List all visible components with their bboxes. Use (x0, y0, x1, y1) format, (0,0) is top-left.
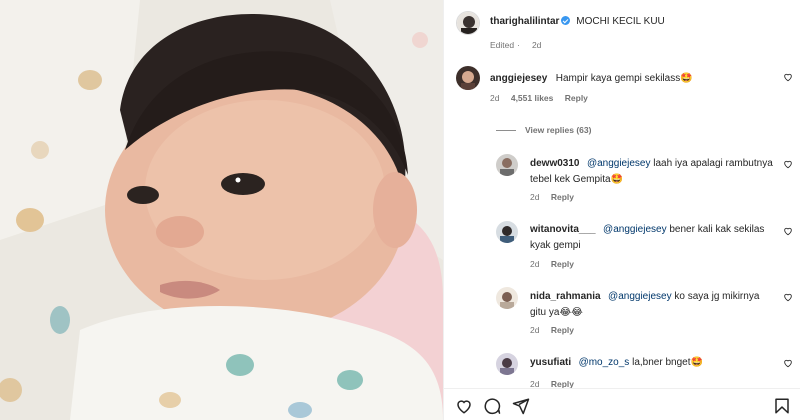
like-comment-heart-icon[interactable] (783, 72, 793, 82)
reply-mention[interactable]: @anggiejesey (603, 224, 667, 235)
comment-username[interactable]: anggiejesey (490, 73, 547, 84)
reply-username[interactable]: nida_rahmania (530, 291, 601, 302)
reply-meta: 2d Reply (530, 325, 583, 335)
view-replies-label: View replies (63) (525, 125, 592, 135)
share-icon (512, 398, 530, 415)
like-reply-heart-icon[interactable] (783, 292, 793, 302)
reply-age: 2d (530, 259, 540, 269)
reply-mention[interactable]: @mo_zo_s (579, 357, 630, 368)
reply-item: yusufiati @mo_zo_s la,bner bnget🤩 (530, 354, 775, 370)
view-replies-line (496, 129, 516, 131)
reply-username[interactable]: yusufiati (530, 357, 571, 368)
comment-icon (484, 398, 501, 415)
reply-item: deww0310 @anggiejesey laah iya apalagi r… (530, 155, 775, 187)
like-reply-heart-icon[interactable] (783, 159, 793, 169)
reply-button[interactable]: Reply (551, 259, 574, 269)
reply-item: witanovita___ @anggiejesey bener kali ka… (530, 221, 775, 253)
reply-avatar[interactable] (496, 154, 518, 176)
verified-icon (561, 16, 571, 25)
comment-text: Hampir kaya gempi sekilass🤩 (555, 73, 693, 84)
post-meta: Edited · 2d (490, 40, 542, 50)
comments-panel: tharighalilintar MOCHI KECIL KUU Edited ·… (443, 0, 800, 420)
reply-age: 2d (530, 325, 540, 335)
author-avatar[interactable] (456, 11, 480, 35)
post-caption-line: tharighalilintar MOCHI KECIL KUU (490, 14, 665, 29)
share-button[interactable] (510, 395, 532, 417)
reply-age: 2d (530, 192, 540, 202)
like-reply-heart-icon[interactable] (783, 226, 793, 236)
reply-button[interactable]: Reply (551, 192, 574, 202)
reply-button[interactable]: Reply (565, 93, 588, 103)
author-username[interactable]: tharighalilintar (490, 16, 559, 27)
baby-photo-illustration (0, 0, 443, 420)
post-caption: MOCHI KECIL KUU (576, 16, 665, 27)
reply-username[interactable]: deww0310 (530, 158, 579, 169)
commenter-avatar[interactable] (456, 66, 480, 90)
comment-button[interactable] (481, 395, 503, 417)
edited-label: Edited (490, 40, 515, 50)
reply-mention[interactable]: @anggiejesey (608, 291, 672, 302)
main-comment: anggiejesey Hampir kaya gempi sekilass🤩 (490, 68, 770, 86)
reply-meta: 2d Reply (530, 192, 583, 202)
like-button[interactable] (453, 395, 475, 417)
comment-meta: 2d 4,551 likes Reply (490, 93, 597, 103)
reply-button[interactable]: Reply (551, 325, 574, 335)
save-button[interactable] (771, 395, 793, 417)
reply-meta: 2d Reply (530, 259, 583, 269)
post-action-bar (444, 388, 800, 420)
reply-avatar[interactable] (496, 353, 518, 375)
comment-likes[interactable]: 4,551 likes (511, 93, 554, 103)
heart-icon (457, 400, 471, 414)
reply-mention[interactable]: @anggiejesey (587, 158, 651, 169)
like-reply-heart-icon[interactable] (783, 358, 793, 368)
view-replies-button[interactable]: View replies (63) (496, 125, 591, 135)
comment-age: 2d (490, 93, 500, 103)
post-age: 2d (531, 40, 542, 50)
reply-avatar[interactable] (496, 287, 518, 309)
reply-item: nida_rahmania @anggiejesey ko saya jg mi… (530, 288, 775, 320)
reply-text: la,bner bnget🤩 (629, 357, 703, 368)
reply-avatar[interactable] (496, 221, 518, 243)
bookmark-icon (775, 398, 789, 414)
post-photo[interactable] (0, 0, 443, 420)
reply-username[interactable]: witanovita___ (530, 224, 596, 235)
